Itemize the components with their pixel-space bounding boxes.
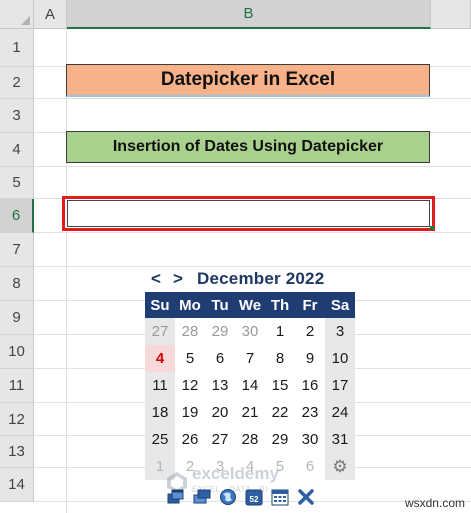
day-cell[interactable]: 2: [295, 318, 325, 345]
select-all-icon: [21, 16, 30, 25]
day-cell[interactable]: 30: [295, 426, 325, 453]
day-cell[interactable]: 13: [205, 372, 235, 399]
row-1[interactable]: [34, 29, 471, 67]
day-cell[interactable]: 1: [145, 453, 175, 480]
row-7[interactable]: [34, 233, 471, 267]
day-cell[interactable]: 30: [235, 318, 265, 345]
day-cell[interactable]: 8: [265, 345, 295, 372]
row-5[interactable]: [34, 167, 471, 199]
calendar-grid: Su Mo Tu We Th Fr Sa 27 28 29 30 1 2 3 4…: [145, 292, 355, 480]
day-cell[interactable]: 26: [175, 426, 205, 453]
column-header-b[interactable]: B: [67, 0, 431, 29]
weekday-wed: We: [235, 292, 265, 318]
row-header-7[interactable]: 7: [0, 233, 34, 267]
row-header-12[interactable]: 12: [0, 403, 34, 436]
day-cell[interactable]: 9: [295, 345, 325, 372]
day-cell[interactable]: 14: [235, 372, 265, 399]
day-cell[interactable]: 29: [205, 318, 235, 345]
column-header-a[interactable]: A: [34, 0, 67, 29]
fill-handle[interactable]: [430, 226, 434, 230]
weekday-thu: Th: [265, 292, 295, 318]
weekday-tue: Tu: [205, 292, 235, 318]
day-cell[interactable]: 28: [235, 426, 265, 453]
day-cell[interactable]: 11: [145, 372, 175, 399]
spreadsheet: A B 1 2 3 4 5 6 7 8 9 10 11 12 13 14 Dat…: [0, 0, 471, 513]
day-cell[interactable]: 6: [205, 345, 235, 372]
window-restore-icon[interactable]: [165, 486, 186, 507]
row-header-13[interactable]: 13: [0, 436, 34, 468]
day-cell-today[interactable]: 4: [145, 345, 175, 372]
prev-month-button[interactable]: <: [145, 269, 167, 289]
datepicker: < > December 2022 Su Mo Tu We Th Fr Sa 2…: [145, 266, 355, 480]
day-cell[interactable]: 3: [325, 318, 355, 345]
row-header-3[interactable]: 3: [0, 99, 34, 133]
row-header-2[interactable]: 2: [0, 67, 34, 99]
day-cell[interactable]: 3: [205, 453, 235, 480]
day-cell[interactable]: 28: [175, 318, 205, 345]
title-cell[interactable]: Datepicker in Excel: [66, 64, 430, 97]
day-cell[interactable]: 23: [295, 399, 325, 426]
date-input-cell[interactable]: [62, 196, 435, 231]
day-cell[interactable]: 22: [265, 399, 295, 426]
select-all-corner[interactable]: [0, 0, 34, 29]
weekday-sun: Su: [145, 292, 175, 318]
month-label[interactable]: December 2022: [197, 269, 324, 289]
close-icon[interactable]: [295, 486, 316, 507]
day-cell[interactable]: 10: [325, 345, 355, 372]
day-cell[interactable]: 12: [175, 372, 205, 399]
day-cell[interactable]: 16: [295, 372, 325, 399]
weekday-sat: Sa: [325, 292, 355, 318]
date-input-value[interactable]: [67, 200, 430, 227]
row-header-1[interactable]: 1: [0, 29, 34, 67]
day-cell[interactable]: 17: [325, 372, 355, 399]
column-header-c[interactable]: [431, 0, 471, 29]
day-cell[interactable]: 25: [145, 426, 175, 453]
day-cell[interactable]: 27: [205, 426, 235, 453]
datepicker-toolbar: 52: [165, 486, 316, 507]
calendar-icon[interactable]: [269, 486, 290, 507]
day-cell[interactable]: 1: [265, 318, 295, 345]
next-month-button[interactable]: >: [167, 269, 189, 289]
row-header-11[interactable]: 11: [0, 369, 34, 403]
day-cell[interactable]: 21: [235, 399, 265, 426]
day-cell[interactable]: 7: [235, 345, 265, 372]
datepicker-header: < > December 2022: [145, 266, 355, 292]
row-header-6[interactable]: 6: [0, 199, 34, 233]
weekday-mon: Mo: [175, 292, 205, 318]
globe-icon[interactable]: [217, 486, 238, 507]
day-cell[interactable]: 27: [145, 318, 175, 345]
week-number-label: 52: [249, 495, 258, 504]
day-cell[interactable]: 31: [325, 426, 355, 453]
row-header-10[interactable]: 10: [0, 335, 34, 369]
day-cell[interactable]: 15: [265, 372, 295, 399]
day-cell[interactable]: 5: [175, 345, 205, 372]
settings-gear-icon[interactable]: ⚙: [325, 453, 355, 480]
week-number-icon[interactable]: 52: [243, 486, 264, 507]
day-cell[interactable]: 24: [325, 399, 355, 426]
window-minimize-icon[interactable]: [191, 486, 212, 507]
day-cell[interactable]: 4: [235, 453, 265, 480]
day-cell[interactable]: 5: [265, 453, 295, 480]
row-3[interactable]: [34, 99, 471, 133]
subtitle-cell[interactable]: Insertion of Dates Using Datepicker: [66, 131, 430, 163]
day-cell[interactable]: 19: [175, 399, 205, 426]
row-header-14[interactable]: 14: [0, 468, 34, 502]
day-cell[interactable]: 20: [205, 399, 235, 426]
row-header-5[interactable]: 5: [0, 167, 34, 199]
day-cell[interactable]: 6: [295, 453, 325, 480]
day-cell[interactable]: 18: [145, 399, 175, 426]
row-header-4[interactable]: 4: [0, 133, 34, 167]
day-cell[interactable]: 29: [265, 426, 295, 453]
site-badge: wsxdn.com: [404, 496, 465, 510]
day-cell[interactable]: 2: [175, 453, 205, 480]
row-header-8[interactable]: 8: [0, 267, 34, 301]
row-header-9[interactable]: 9: [0, 301, 34, 335]
weekday-fri: Fr: [295, 292, 325, 318]
